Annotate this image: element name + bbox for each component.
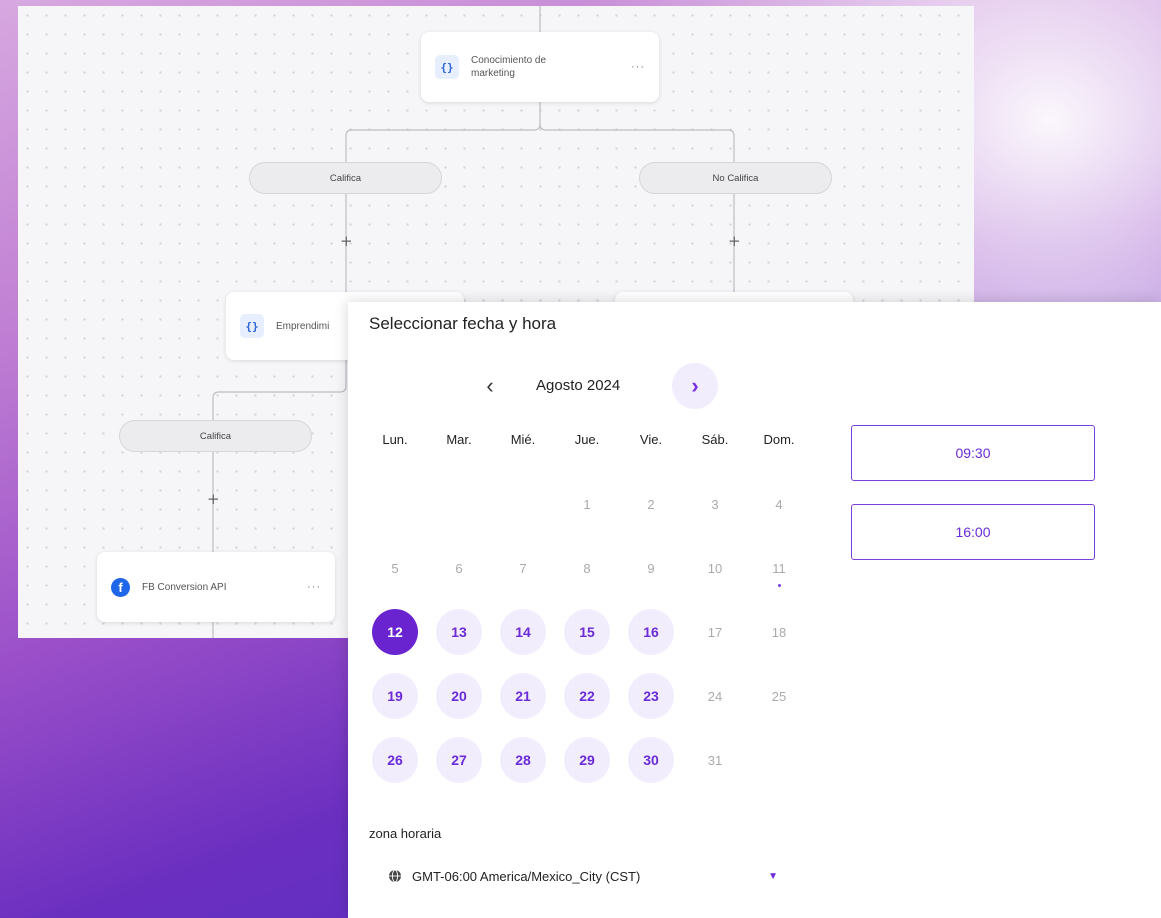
add-step-plus-icon[interactable]: + <box>340 232 353 250</box>
calendar-day: 18 <box>771 624 787 640</box>
node-label: Conocimiento de marketing <box>471 54 546 80</box>
time-slot-label: 09:30 <box>955 445 991 461</box>
calendar-day[interactable]: 27 <box>436 737 482 783</box>
calendar-day[interactable]: 23 <box>628 673 674 719</box>
calendar-day[interactable]: 14 <box>500 609 546 655</box>
calendar-day: 1 <box>583 496 591 512</box>
add-step-plus-icon[interactable]: + <box>728 232 741 250</box>
branch-label: Califica <box>199 430 232 442</box>
calendar-day: 25 <box>771 688 787 704</box>
calendar-day[interactable]: 30 <box>628 737 674 783</box>
calendar-day[interactable]: 15 <box>564 609 610 655</box>
next-month-button[interactable]: › <box>672 363 718 409</box>
month-label: Agosto 2024 <box>536 377 621 394</box>
weekday-label: Vie. <box>639 432 663 447</box>
calendar-day[interactable]: 22 <box>564 673 610 719</box>
date-time-picker: Seleccionar fecha y hora ‹ Agosto 2024 ›… <box>348 302 1161 918</box>
facebook-icon: f <box>111 577 130 597</box>
braces-icon: {} <box>435 55 459 79</box>
braces-icon: {} <box>240 314 264 338</box>
calendar-day: 17 <box>707 624 723 640</box>
branch-no-califica[interactable]: No Califica <box>639 162 832 194</box>
node-label: FB Conversion API <box>142 581 227 593</box>
timezone-select[interactable]: GMT-06:00 America/Mexico_City (CST) ▼ <box>388 864 778 888</box>
calendar-day: 6 <box>455 560 463 576</box>
weekday-label: Mar. <box>446 432 472 447</box>
node-label-line1: Conocimiento de <box>471 55 547 66</box>
weekday-label: Dom. <box>763 432 795 447</box>
weekday-label: Lun. <box>382 432 408 447</box>
node-more-icon[interactable]: ··· <box>631 61 645 73</box>
calendar-day: 3 <box>711 496 719 512</box>
branch-label: Califica <box>329 172 362 184</box>
picker-title: Seleccionar fecha y hora <box>369 314 557 333</box>
prev-month-button[interactable]: ‹ <box>472 366 508 406</box>
calendar-day[interactable]: 29 <box>564 737 610 783</box>
today-dot-icon <box>777 584 781 587</box>
calendar-day[interactable]: 21 <box>500 673 546 719</box>
calendar-day: 9 <box>647 560 655 576</box>
weekday-label: Jue. <box>574 432 600 447</box>
calendar-day: 5 <box>391 560 399 576</box>
timezone-label: zona horaria <box>369 826 442 841</box>
globe-icon <box>389 869 401 883</box>
flow-node-conocimiento[interactable]: {} Conocimiento de marketing ··· <box>421 32 659 102</box>
calendar-day[interactable]: 20 <box>436 673 482 719</box>
branch-califica[interactable]: Califica <box>249 162 442 194</box>
calendar-day[interactable]: 12 <box>372 609 418 655</box>
node-label-line2: marketing <box>471 68 515 79</box>
calendar-day: 31 <box>707 752 723 768</box>
calendar-day: 24 <box>707 688 723 704</box>
timezone-value: GMT-06:00 America/Mexico_City (CST) <box>412 868 641 884</box>
calendar-day[interactable]: 13 <box>436 609 482 655</box>
flow-node-fb-conversion[interactable]: f FB Conversion API ··· <box>97 552 335 622</box>
branch-califica-2[interactable]: Califica <box>119 420 312 452</box>
chevron-right-icon: › <box>691 373 699 398</box>
calendar-day: 11 <box>756 545 802 591</box>
weekday-label: Sáb. <box>701 432 729 447</box>
chevron-left-icon: ‹ <box>486 373 494 398</box>
calendar-day[interactable]: 19 <box>372 673 418 719</box>
calendar-day: 10 <box>707 560 723 576</box>
calendar-day: 7 <box>519 560 527 576</box>
node-more-icon[interactable]: ··· <box>307 581 321 593</box>
time-slot-0930[interactable]: 09:30 <box>851 425 1095 481</box>
caret-down-icon: ▼ <box>768 870 778 882</box>
time-slot-1600[interactable]: 16:00 <box>851 504 1095 560</box>
calendar-day: 8 <box>583 560 591 576</box>
calendar-day[interactable]: 16 <box>628 609 674 655</box>
calendar-day[interactable]: 28 <box>500 737 546 783</box>
calendar-day: 4 <box>775 496 783 512</box>
weekday-label: Mié. <box>510 432 536 447</box>
node-label: Emprendimi <box>276 320 330 332</box>
calendar-day: 2 <box>647 496 655 512</box>
calendar-day[interactable]: 26 <box>372 737 418 783</box>
month-navigation: ‹ Agosto 2024 › <box>472 363 722 409</box>
add-step-plus-icon[interactable]: + <box>207 490 220 508</box>
time-slot-label: 16:00 <box>955 524 991 540</box>
branch-label: No Califica <box>712 172 759 184</box>
